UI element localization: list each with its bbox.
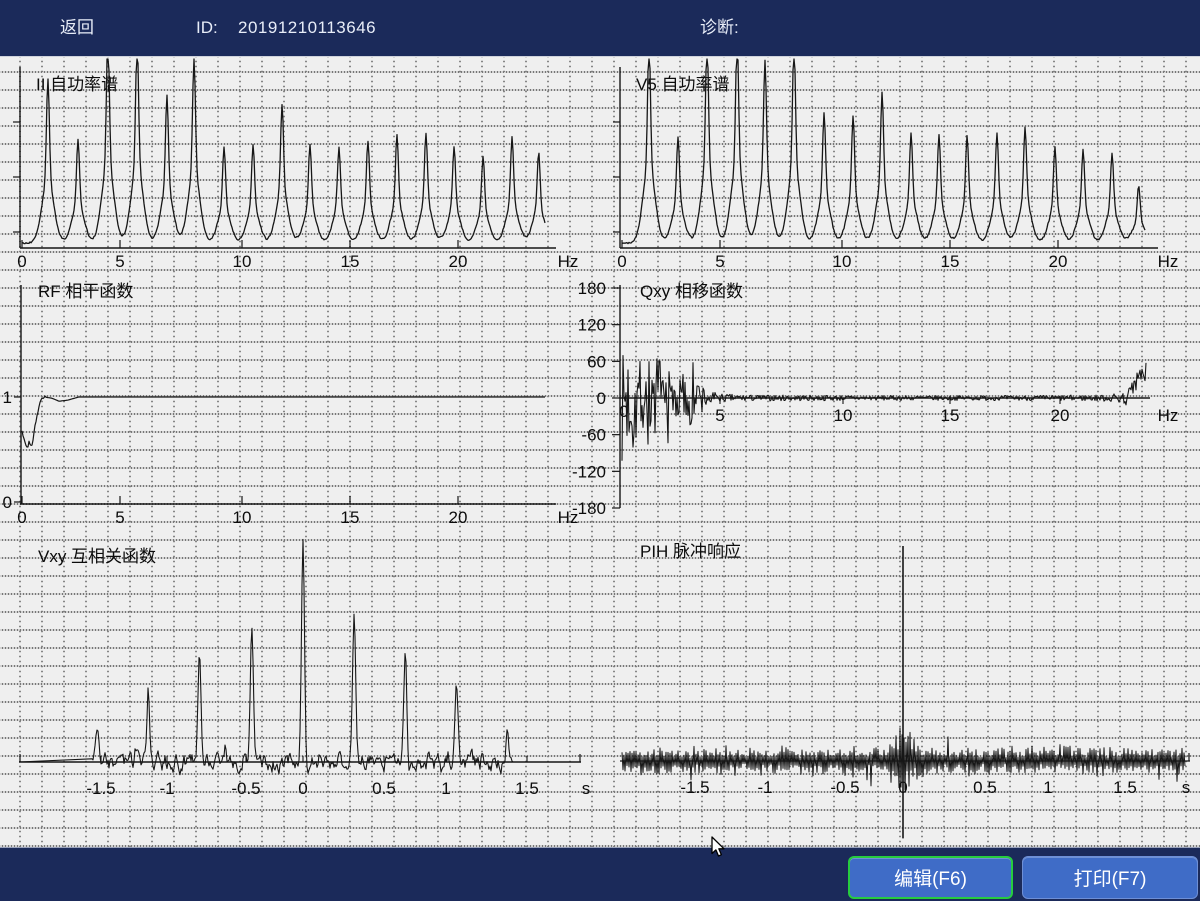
- axis-tick-label: 0: [17, 252, 26, 271]
- chart-qxy_phase: Qxy 相移函数180120600-60-120-18005101520Hz: [572, 279, 1178, 518]
- axis-tick-label: 0: [3, 493, 12, 512]
- chart-pih_impulse: PIH 脉冲响应-1.5-1-0.500.511.5s: [620, 542, 1190, 838]
- axis-tick-label: 10: [834, 406, 853, 425]
- charts-canvas: II 自功率谱05101520HzV5 自功率谱05101520HzRF 相干函…: [0, 57, 1200, 848]
- axis-tick-label: 15: [941, 406, 960, 425]
- axis-tick-label: 1.5: [1113, 778, 1137, 797]
- axis-unit-label: Hz: [1158, 252, 1179, 271]
- axis-tick-label: 5: [715, 252, 724, 271]
- axis-tick-label: 0.5: [973, 778, 997, 797]
- chart-v5_spectrum: V5 自功率谱05101520Hz: [613, 59, 1178, 271]
- axis-tick-label: 10: [233, 252, 252, 271]
- chart-ii_spectrum: II 自功率谱05101520Hz: [13, 59, 578, 271]
- diagnosis-label: 诊断:: [700, 0, 739, 56]
- axis-tick-label: 0: [597, 389, 606, 408]
- axis-tick-label: 0: [617, 252, 626, 271]
- chart-title: RF 相干函数: [38, 282, 133, 301]
- axis-tick-label: 1.5: [515, 779, 539, 798]
- axis-tick-label: 15: [941, 252, 960, 271]
- axis-tick-label: -1: [757, 778, 772, 797]
- axis-tick-label: -60: [581, 426, 606, 445]
- axis-tick-label: 15: [341, 508, 360, 527]
- axis-unit-label: s: [1182, 778, 1191, 797]
- id-label: ID:: [196, 0, 218, 56]
- axis-tick-label: -0.5: [830, 778, 859, 797]
- axis-tick-label: 5: [715, 406, 724, 425]
- axis-tick-label: 1: [3, 388, 12, 407]
- axis-tick-label: 120: [578, 316, 606, 335]
- back-button[interactable]: 返回: [60, 0, 94, 56]
- axis-tick-label: 20: [1051, 406, 1070, 425]
- chart-rf_coherence: RF 相干函数1005101520Hz: [3, 282, 579, 527]
- axis-tick-label: 1: [441, 779, 450, 798]
- axis-tick-label: 60: [587, 352, 606, 371]
- axis-tick-label: -0.5: [231, 779, 260, 798]
- axis-tick-label: 0.5: [372, 779, 396, 798]
- axis-unit-label: s: [582, 779, 591, 798]
- id-value: 20191210113646: [238, 0, 376, 56]
- axis-tick-label: -1.5: [680, 778, 709, 797]
- axis-tick-label: 0: [298, 779, 307, 798]
- axis-tick-label: -120: [572, 462, 606, 481]
- axis-unit-label: Hz: [558, 252, 579, 271]
- axis-tick-label: 180: [578, 279, 606, 298]
- chart-vxy_crosscorr: Vxy 互相关函数 -1.5 -1 -0.5 0 0.5 1 1.5 s: [19, 539, 590, 798]
- axis-tick-label: 5: [115, 508, 124, 527]
- axis-tick-label: 5: [115, 252, 124, 271]
- axis-tick-label: 10: [233, 508, 252, 527]
- print-button[interactable]: 打印(F7): [1022, 856, 1198, 899]
- axis-unit-label: Hz: [1158, 406, 1179, 425]
- axis-tick-label: -1.5: [86, 779, 115, 798]
- chart-area: II 自功率谱05101520HzV5 自功率谱05101520HzRF 相干函…: [0, 56, 1200, 848]
- chart-title: Qxy 相移函数: [640, 282, 743, 301]
- chart-title: PIH 脉冲响应: [640, 542, 741, 561]
- axis-tick-label: 15: [341, 252, 360, 271]
- axis-tick-label: -180: [572, 499, 606, 518]
- axis-tick-label: 20: [449, 252, 468, 271]
- chart-title: Vxy 互相关函数: [38, 547, 156, 566]
- bottom-bar: 编辑(F6) 打印(F7): [0, 847, 1200, 901]
- axis-tick-label: -1: [159, 779, 174, 798]
- axis-tick-label: 10: [833, 252, 852, 271]
- top-bar: 返回 ID: 20191210113646 诊断:: [0, 0, 1200, 56]
- axis-tick-label: 20: [449, 508, 468, 527]
- axis-tick-label: 1: [1043, 778, 1052, 797]
- axis-tick-label: 0: [17, 508, 26, 527]
- axis-tick-label: 20: [1049, 252, 1068, 271]
- edit-button[interactable]: 编辑(F6): [848, 856, 1013, 899]
